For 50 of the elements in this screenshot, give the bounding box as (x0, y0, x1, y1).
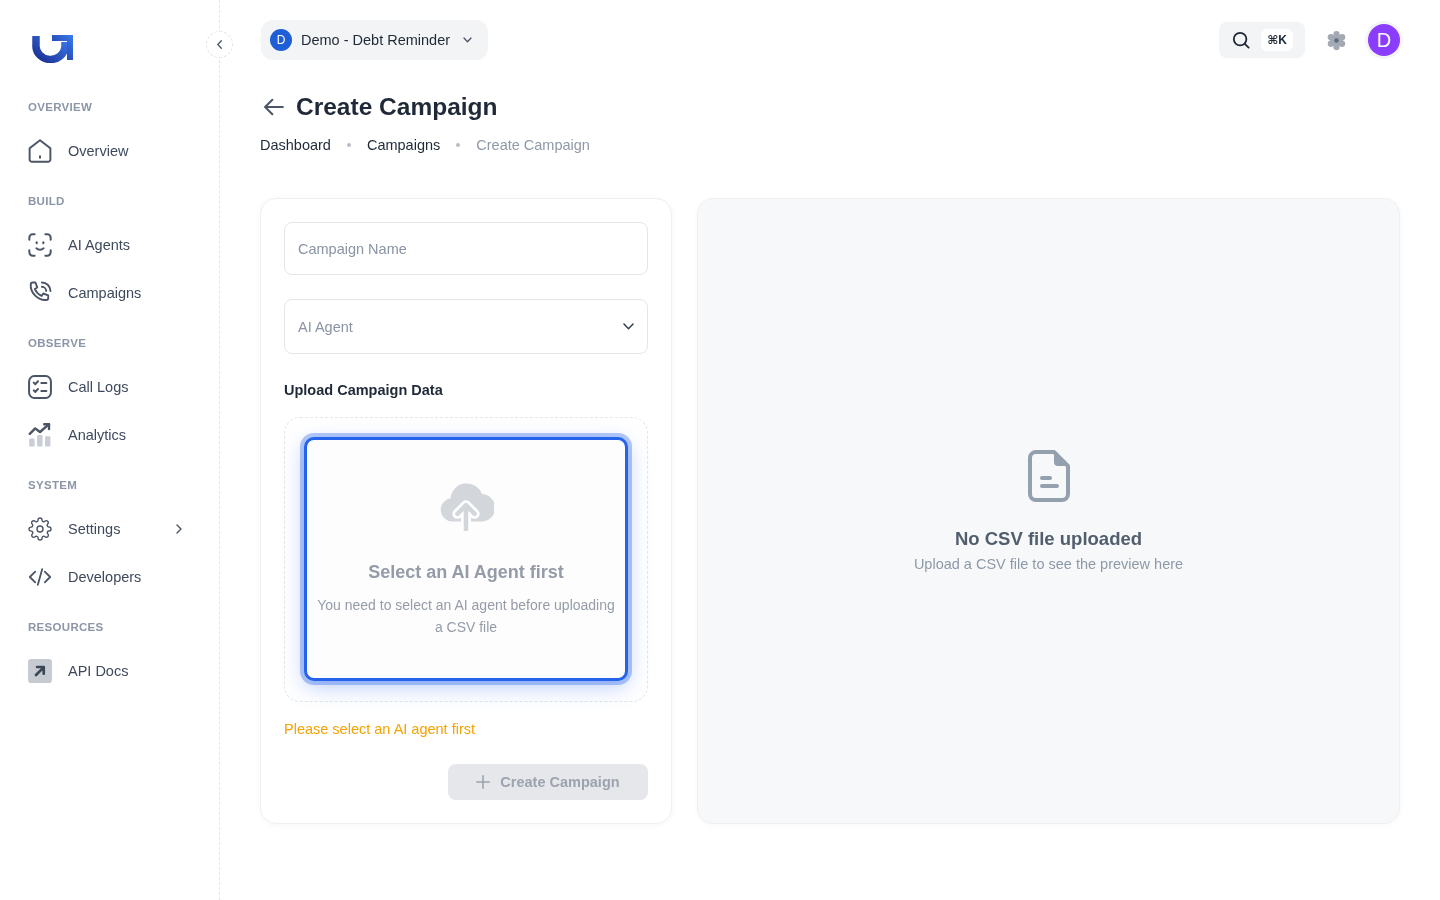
upload-title: Select an AI Agent first (368, 560, 564, 583)
collapse-sidebar-button[interactable] (206, 31, 233, 58)
page-title: Create Campaign (296, 93, 498, 121)
face-scan-icon (28, 233, 52, 257)
plus-icon (476, 775, 491, 789)
logo-icon (32, 35, 73, 63)
nav-item[interactable]: AI Agents (0, 221, 211, 269)
nav-item[interactable]: Call Logs (0, 363, 211, 411)
caret-down-icon (463, 37, 473, 43)
section-heading: OVERVIEW (27, 100, 94, 114)
user-avatar[interactable]: D (1368, 24, 1400, 56)
nav-item[interactable]: Overview (0, 127, 211, 175)
nav-item[interactable]: Analytics (0, 411, 211, 459)
section-heading: BUILD (27, 194, 66, 208)
chevron-right-icon (176, 524, 182, 534)
section-heading: RESOURCES (27, 620, 105, 634)
preview-title: No CSV file uploaded (954, 526, 1143, 551)
upload-description: You need to select an AI agent before uploading a CSV file (316, 595, 616, 637)
workspace-avatar: D (270, 29, 292, 51)
settings-icon[interactable] (1326, 29, 1347, 51)
search-icon (1232, 31, 1251, 49)
breadcrumb-current-page: Create Campaign (476, 137, 590, 153)
caret-down-icon (623, 323, 634, 330)
workspace-selector[interactable]: D Demo - Debt Reminder (261, 20, 489, 60)
nav-item[interactable]: Settings (0, 505, 211, 553)
external-link-icon (28, 659, 52, 683)
section-heading: SYSTEM (27, 478, 79, 492)
shortcut-key: ⌘K (1261, 29, 1293, 51)
warning-message: Please select an AI agent first (284, 720, 477, 739)
breadcrumb-link[interactable]: Campaigns (366, 137, 441, 153)
file-icon (1026, 448, 1071, 503)
preview-description: Upload a CSV file to see the preview here (913, 554, 1184, 574)
breadcrumb-separator-icon (346, 143, 351, 147)
breadcrumb-separator-icon (456, 143, 461, 147)
checklist-icon (28, 375, 52, 399)
arrow-left-icon[interactable] (264, 97, 284, 117)
nav-item[interactable]: Campaigns (0, 269, 211, 317)
bar-chart-trend-icon (28, 423, 52, 447)
section-heading: OBSERVE (27, 336, 88, 350)
nav-item[interactable]: Developers (0, 553, 211, 601)
search-button[interactable]: ⌘K (1219, 22, 1305, 58)
campaign-name-field[interactable]: Campaign Name (284, 222, 648, 275)
gear-icon (28, 517, 52, 541)
cloud-upload-icon (438, 482, 494, 531)
breadcrumb-link[interactable]: Dashboard (260, 137, 331, 153)
upload-label: Upload Campaign Data (284, 381, 444, 399)
chevron-left-icon (217, 40, 222, 49)
code-icon (28, 565, 52, 589)
nav-item[interactable]: API Docs (0, 647, 211, 695)
house-icon (28, 139, 52, 163)
